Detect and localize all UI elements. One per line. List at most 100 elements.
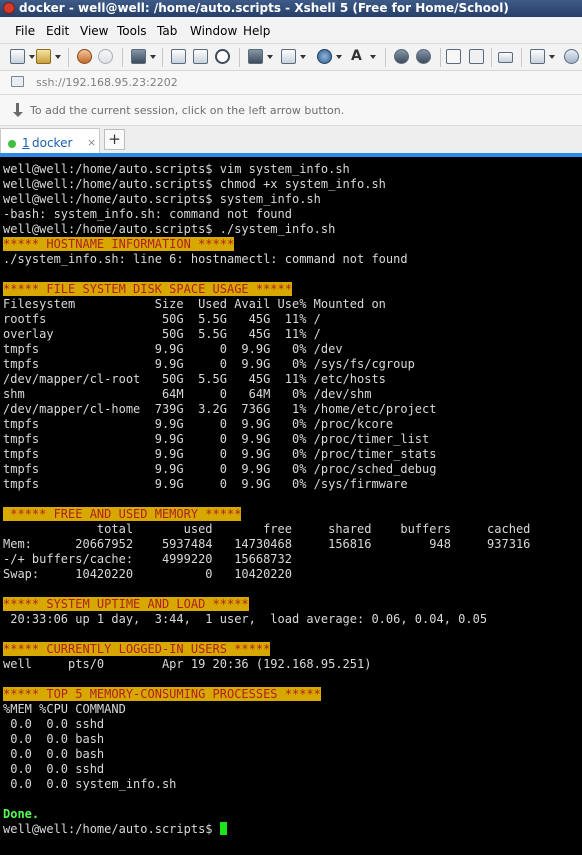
- keyboard-icon[interactable]: [498, 49, 515, 66]
- connected-status-icon: [8, 140, 16, 148]
- session-hint-text: To add the current session, click on the…: [30, 104, 345, 117]
- terminal-output[interactable]: well@well:/home/auto.scripts$ vim system…: [0, 157, 582, 855]
- terminal-text: -bash: system_info.sh: command not found: [3, 207, 292, 221]
- terminal-line: rootfs 50G 5.5G 45G 11% /: [3, 312, 321, 327]
- toolbar: A: [0, 44, 582, 71]
- menu-help[interactable]: Help: [243, 24, 270, 38]
- reconnect-icon[interactable]: [77, 49, 94, 66]
- terminal-text: tmpfs 9.9G 0 9.9G 0% /sys/fs/cgroup: [3, 357, 415, 371]
- terminal-line: well@well:/home/auto.scripts$ system_inf…: [3, 192, 321, 207]
- tab-docker[interactable]: 1 docker ×: [0, 128, 100, 154]
- xagent-icon[interactable]: [416, 49, 433, 66]
- menu-window[interactable]: Window: [190, 24, 237, 38]
- terminal-line: ./system_info.sh: line 6: hostnamectl: c…: [3, 252, 408, 267]
- terminal-text: -/+ buffers/cache: 4999220 15668732: [3, 552, 292, 566]
- terminal-line: well@well:/home/auto.scripts$ vim system…: [3, 162, 350, 177]
- new-tab-button[interactable]: +: [104, 129, 125, 150]
- terminal-text: total used free shared buffers cached: [3, 522, 531, 536]
- terminal-line: 0.0 0.0 system_info.sh: [3, 777, 176, 792]
- terminal-text: well@well:/home/auto.scripts$ system_inf…: [3, 192, 321, 206]
- font-icon[interactable]: A: [351, 49, 376, 66]
- disconnect-icon[interactable]: [98, 49, 115, 66]
- terminal-line: ***** HOSTNAME INFORMATION *****: [3, 237, 235, 252]
- terminal-text: Filesystem Size Used Avail Use% Mounted …: [3, 297, 386, 311]
- terminal-line: 0.0 0.0 sshd: [3, 762, 104, 777]
- terminal-text: rootfs 50G 5.5G 45G 11% /: [3, 312, 321, 326]
- terminal-line: well@well:/home/auto.scripts$ ./system_i…: [3, 222, 335, 237]
- terminal-line: shm 64M 0 64M 0% /dev/shm: [3, 387, 371, 402]
- print-icon[interactable]: [248, 49, 273, 66]
- terminal-line: tmpfs 9.9G 0 9.9G 0% /proc/sched_debug: [3, 462, 436, 477]
- terminal-text: tmpfs 9.9G 0 9.9G 0% /proc/sched_debug: [3, 462, 437, 476]
- terminal-line: well@well:/home/auto.scripts$: [3, 822, 227, 837]
- add-session-arrow-icon[interactable]: [13, 103, 23, 117]
- terminal-line: overlay 50G 5.5G 45G 11% /: [3, 327, 321, 342]
- menu-bar: File Edit View Tools Tab Window Help: [0, 17, 582, 44]
- menu-tools[interactable]: Tools: [117, 24, 147, 38]
- tab-strip: 1 docker × +: [0, 126, 582, 154]
- terminal-line: ***** SYSTEM UPTIME AND LOAD *****: [3, 597, 249, 612]
- xshell-app-icon[interactable]: [3, 2, 15, 14]
- terminal-line: tmpfs 9.9G 0 9.9G 0% /sys/firmware: [3, 477, 408, 492]
- terminal-text: 20:33:06 up 1 day, 3:44, 1 user, load av…: [3, 612, 488, 626]
- window-title: docker - well@well: /home/auto.scripts -…: [19, 1, 509, 15]
- terminal-text: Swap: 10420220 0 10420220: [3, 567, 292, 581]
- terminal-line: tmpfs 9.9G 0 9.9G 0% /proc/kcore: [3, 417, 393, 432]
- tab-label: docker: [32, 136, 73, 150]
- terminal-line: Done.: [3, 807, 39, 822]
- terminal-text: shm 64M 0 64M 0% /dev/shm: [3, 387, 372, 401]
- copy-icon[interactable]: [171, 49, 188, 66]
- terminal-text: %MEM %CPU COMMAND: [3, 702, 126, 716]
- new-session-icon[interactable]: [10, 49, 35, 66]
- terminal-line: /dev/mapper/cl-root 50G 5.5G 45G 11% /et…: [3, 372, 386, 387]
- terminal-line: ***** FREE AND USED MEMORY *****: [3, 507, 242, 522]
- terminal-line: 0.0 0.0 sshd: [3, 717, 104, 732]
- terminal-line: tmpfs 9.9G 0 9.9G 0% /sys/fs/cgroup: [3, 357, 415, 372]
- fullscreen-icon[interactable]: [446, 49, 463, 66]
- tab-number: 1: [22, 136, 30, 150]
- globe-icon[interactable]: [317, 49, 342, 66]
- section-header: ***** FILE SYSTEM DISK SPACE USAGE *****: [3, 282, 292, 296]
- terminal-line: ***** FILE SYSTEM DISK SPACE USAGE *****: [3, 282, 292, 297]
- section-header: ***** HOSTNAME INFORMATION *****: [3, 237, 235, 251]
- terminal-line: 0.0 0.0 bash: [3, 747, 104, 762]
- terminal-text: well pts/0 Apr 19 20:36 (192.168.95.251): [3, 657, 372, 671]
- properties-icon[interactable]: [131, 49, 156, 66]
- new-window-icon[interactable]: [530, 49, 555, 66]
- terminal-line: tmpfs 9.9G 0 9.9G 0% /proc/timer_list: [3, 432, 429, 447]
- find-icon[interactable]: [215, 49, 232, 66]
- terminal-line: well@well:/home/auto.scripts$ chmod +x s…: [3, 177, 386, 192]
- terminal-text: overlay 50G 5.5G 45G 11% /: [3, 327, 321, 341]
- paste-icon[interactable]: [193, 49, 210, 66]
- terminal-line: 0.0 0.0 bash: [3, 732, 104, 747]
- terminal-line: -bash: system_info.sh: command not found: [3, 207, 292, 222]
- section-header: ***** CURRENTLY LOGGED-IN USERS *****: [3, 642, 271, 656]
- lock-icon[interactable]: [469, 49, 486, 66]
- terminal-line: %MEM %CPU COMMAND: [3, 702, 126, 717]
- terminal-line: Filesystem Size Used Avail Use% Mounted …: [3, 297, 386, 312]
- terminal-line: -/+ buffers/cache: 4999220 15668732: [3, 552, 292, 567]
- terminal-text: 0.0 0.0 bash: [3, 747, 105, 761]
- help-icon[interactable]: [564, 49, 581, 66]
- menu-tab[interactable]: Tab: [157, 24, 177, 38]
- address-input[interactable]: ssh://192.168.95.23:2202: [36, 76, 178, 89]
- tab-close-icon[interactable]: ×: [87, 136, 96, 149]
- menu-file[interactable]: File: [15, 24, 35, 38]
- terminal-line: 20:33:06 up 1 day, 3:44, 1 user, load av…: [3, 612, 487, 627]
- xftp-icon[interactable]: [394, 49, 411, 66]
- terminal-text: well@well:/home/auto.scripts$ ./system_i…: [3, 222, 336, 236]
- open-folder-icon[interactable]: [36, 49, 61, 66]
- transfer-icon[interactable]: [281, 49, 306, 66]
- terminal-line: Swap: 10420220 0 10420220: [3, 567, 292, 582]
- terminal-text: well@well:/home/auto.scripts$: [3, 822, 220, 836]
- terminal-line: tmpfs 9.9G 0 9.9G 0% /proc/timer_stats: [3, 447, 436, 462]
- terminal-text: 0.0 0.0 sshd: [3, 762, 105, 776]
- terminal-text: tmpfs 9.9G 0 9.9G 0% /proc/timer_stats: [3, 447, 437, 461]
- terminal-text: Done.: [3, 807, 40, 821]
- terminal-cursor: [219, 822, 227, 835]
- menu-view[interactable]: View: [80, 24, 108, 38]
- session-address-icon: [11, 76, 24, 87]
- menu-edit[interactable]: Edit: [46, 24, 69, 38]
- terminal-text: 0.0 0.0 system_info.sh: [3, 777, 177, 791]
- section-header: ***** TOP 5 MEMORY-CONSUMING PROCESSES *…: [3, 687, 321, 701]
